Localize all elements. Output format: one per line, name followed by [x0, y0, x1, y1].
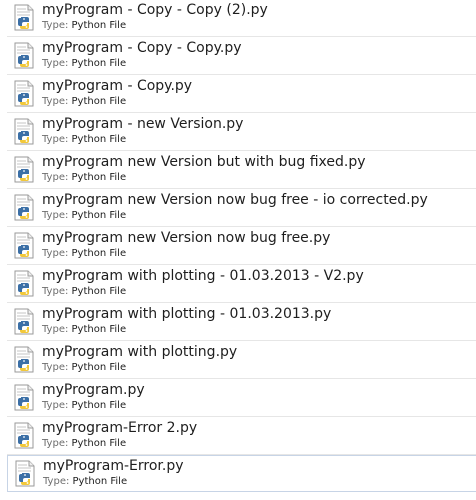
file-row[interactable]: myProgram with plotting - 01.03.2013 - V…: [7, 266, 476, 303]
file-row[interactable]: myProgram with plotting.py Type: Python F…: [7, 342, 476, 379]
python-file-icon: [12, 42, 36, 70]
file-name: myProgram-Error.py: [43, 458, 184, 474]
file-type-value: Python File: [71, 286, 127, 297]
python-file-icon: [12, 422, 36, 450]
file-type: Type: Python File: [42, 209, 126, 222]
file-type-label: Type:: [42, 172, 69, 183]
file-row[interactable]: myProgram - Copy - Copy (2).py Type: Pyth…: [7, 0, 476, 37]
python-file-icon: [12, 346, 36, 374]
file-name: myProgram - Copy.py: [42, 78, 193, 94]
file-type-value: Python File: [71, 400, 127, 411]
file-type-value: Python File: [71, 210, 127, 221]
file-type-label: Type:: [42, 286, 69, 297]
file-row[interactable]: myProgram new Version but with bug fixed…: [7, 152, 476, 189]
python-file-icon: [13, 460, 37, 488]
file-type: Type: Python File: [42, 323, 126, 336]
file-type-label: Type:: [42, 400, 69, 411]
file-type: Type: Python File: [43, 475, 127, 488]
file-type: Type: Python File: [42, 361, 126, 374]
file-type-label: Type:: [42, 362, 69, 373]
file-type-value: Python File: [71, 20, 127, 31]
file-type: Type: Python File: [42, 399, 126, 412]
python-file-icon: [12, 118, 36, 146]
file-row[interactable]: myProgram new Version now bug free.py Typ…: [7, 228, 476, 265]
file-name: myProgram new Version now bug free - io …: [42, 192, 428, 208]
file-row[interactable]: myProgram.py Type: Python File: [7, 380, 476, 417]
file-type-value: Python File: [72, 476, 128, 487]
python-file-icon: [12, 384, 36, 412]
file-name: myProgram with plotting - 01.03.2013 - V…: [42, 268, 364, 284]
file-type-label: Type:: [43, 476, 70, 487]
python-file-icon: [12, 80, 36, 108]
file-row[interactable]: myProgram with plotting - 01.03.2013.py T…: [7, 304, 476, 341]
file-type: Type: Python File: [42, 285, 126, 298]
file-type: Type: Python File: [42, 57, 126, 70]
file-row[interactable]: myProgram-Error 2.py Type: Python File: [7, 418, 476, 455]
file-row[interactable]: myProgram - Copy - Copy.py Type: Python F…: [7, 38, 476, 75]
file-type-value: Python File: [71, 58, 127, 69]
python-file-icon: [12, 194, 36, 222]
file-type: Type: Python File: [42, 247, 126, 260]
file-list: myProgram - Copy - Copy (2).py Type: Pyth…: [0, 0, 476, 500]
python-file-icon: [12, 270, 36, 298]
file-row[interactable]: myProgram new Version now bug free - io …: [7, 190, 476, 227]
file-type: Type: Python File: [42, 171, 126, 184]
file-type-value: Python File: [71, 362, 127, 373]
file-name: myProgram new Version now bug free.py: [42, 230, 331, 246]
file-type-label: Type:: [42, 324, 69, 335]
file-type-value: Python File: [71, 438, 127, 449]
file-type-label: Type:: [42, 210, 69, 221]
file-row[interactable]: myProgram - Copy.py Type: Python File: [7, 76, 476, 113]
python-file-icon: [12, 156, 36, 184]
file-name: myProgram with plotting.py: [42, 344, 238, 360]
file-type-value: Python File: [71, 96, 127, 107]
python-file-icon: [12, 308, 36, 336]
file-name: myProgram - Copy - Copy (2).py: [42, 2, 268, 18]
file-type-label: Type:: [42, 134, 69, 145]
file-type-value: Python File: [71, 324, 127, 335]
file-type-label: Type:: [42, 438, 69, 449]
file-type-label: Type:: [42, 248, 69, 259]
file-type: Type: Python File: [42, 437, 126, 450]
python-file-icon: [12, 232, 36, 260]
file-name: myProgram - new Version.py: [42, 116, 244, 132]
file-name: myProgram with plotting - 01.03.2013.py: [42, 306, 332, 322]
file-name: myProgram.py: [42, 382, 145, 398]
file-type-label: Type:: [42, 20, 69, 31]
file-type: Type: Python File: [42, 133, 126, 146]
file-row[interactable]: myProgram - new Version.py Type: Python F…: [7, 114, 476, 151]
file-type: Type: Python File: [42, 95, 126, 108]
file-type-value: Python File: [71, 172, 127, 183]
file-name: myProgram new Version but with bug fixed…: [42, 154, 366, 170]
file-row[interactable]: myProgram-Error.py Type: Python File: [7, 455, 476, 492]
file-name: myProgram - Copy - Copy.py: [42, 40, 242, 56]
file-type-value: Python File: [71, 248, 127, 259]
file-type-value: Python File: [71, 134, 127, 145]
file-name: myProgram-Error 2.py: [42, 420, 198, 436]
file-type: Type: Python File: [42, 19, 126, 32]
file-type-label: Type:: [42, 96, 69, 107]
python-file-icon: [12, 4, 36, 32]
file-type-label: Type:: [42, 58, 69, 69]
